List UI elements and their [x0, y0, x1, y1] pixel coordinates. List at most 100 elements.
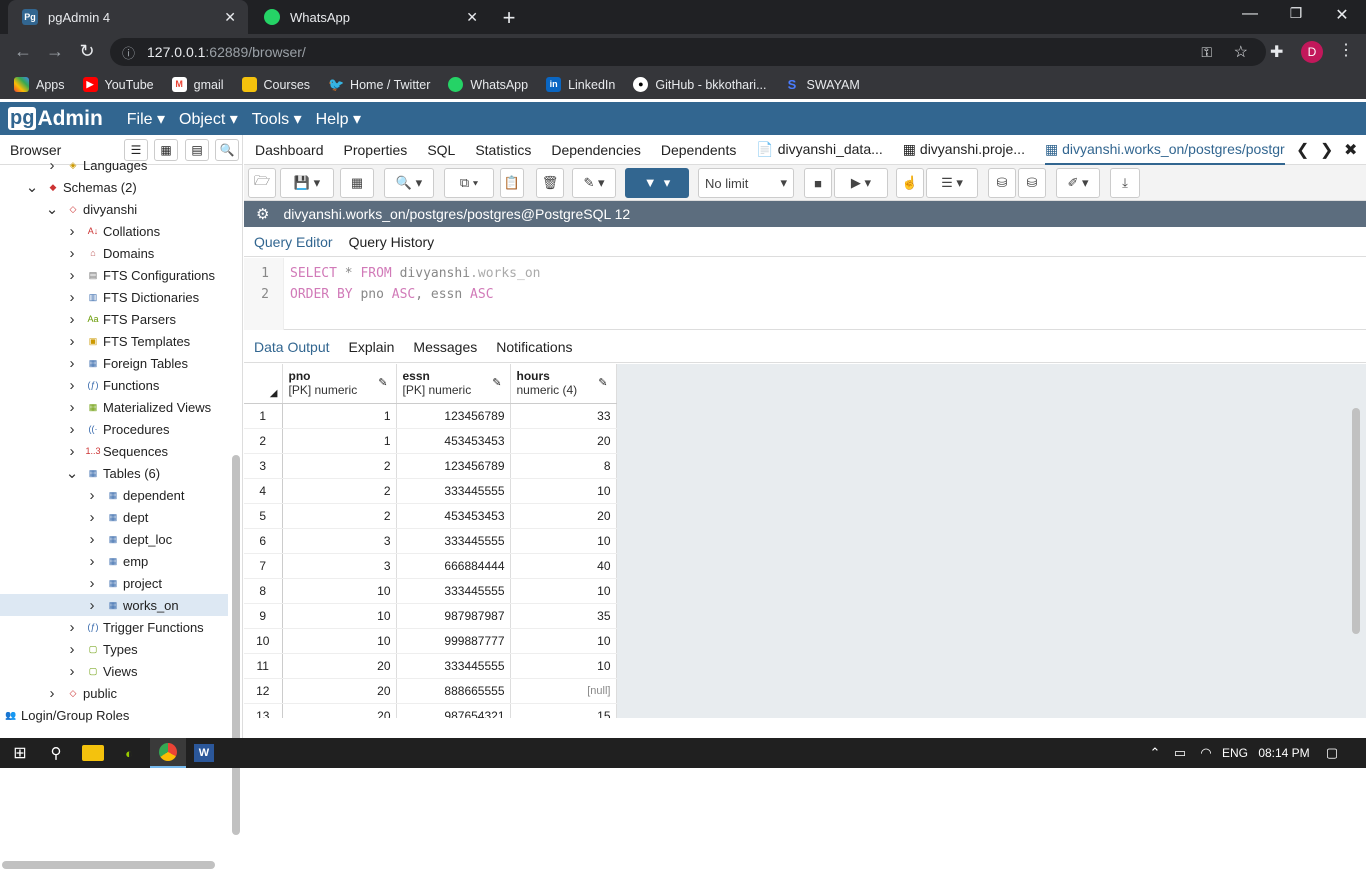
- table-row[interactable]: 5 2 453453453 20: [244, 503, 617, 529]
- menu-icon[interactable]: ⋮: [1338, 40, 1354, 60]
- tree-item-fts-templates[interactable]: › ▣ FTS Templates: [0, 330, 228, 352]
- row-number[interactable]: 3: [244, 453, 283, 479]
- table-cell[interactable]: 1: [282, 428, 397, 454]
- paste-icon[interactable]: 📋: [500, 168, 524, 198]
- tab-statistics[interactable]: Statistics: [475, 142, 531, 158]
- edit-column-icon[interactable]: ✎: [378, 376, 387, 389]
- table-cell[interactable]: 453453453: [396, 428, 511, 454]
- menu-file[interactable]: File ▾: [127, 109, 165, 129]
- table-cell[interactable]: 2: [282, 453, 397, 479]
- table-cell[interactable]: 10: [282, 578, 397, 604]
- row-number[interactable]: 9: [244, 603, 283, 629]
- row-number[interactable]: 8: [244, 578, 283, 604]
- row-number[interactable]: 11: [244, 653, 283, 679]
- table-cell[interactable]: 333445555: [396, 478, 511, 504]
- tree-item-login-group-roles[interactable]: 👥 Login/Group Roles: [0, 704, 228, 726]
- table-cell[interactable]: 888665555: [396, 678, 511, 704]
- new-tab-icon[interactable]: +: [498, 5, 520, 31]
- clock[interactable]: 08:14 PM: [1254, 742, 1314, 764]
- battery-icon[interactable]: ▭: [1170, 742, 1190, 764]
- grid-scrollbar[interactable]: [1352, 408, 1360, 634]
- tree-item-fts-dictionaries[interactable]: › ▥ FTS Dictionaries: [0, 286, 228, 308]
- delete-icon[interactable]: 🗑: [536, 168, 564, 198]
- chevron-right-icon[interactable]: ›: [64, 333, 80, 350]
- chevron-right-icon[interactable]: ›: [44, 685, 60, 702]
- table-cell[interactable]: 333445555: [396, 528, 511, 554]
- restore-icon[interactable]: ❐: [1286, 5, 1306, 22]
- forward-icon[interactable]: →: [44, 41, 66, 62]
- chevron-right-icon[interactable]: ›: [64, 663, 80, 680]
- save-results-icon[interactable]: ▦: [340, 168, 374, 198]
- chevron-right-icon[interactable]: ›: [84, 553, 100, 570]
- notifications-icon[interactable]: ▢: [1322, 742, 1342, 764]
- tab-notifications[interactable]: Notifications: [496, 339, 572, 355]
- row-number[interactable]: 5: [244, 503, 283, 529]
- row-number[interactable]: 12: [244, 678, 283, 704]
- chevron-down-icon[interactable]: ⌄: [44, 200, 60, 218]
- table-row[interactable]: 12 20 888665555 [null]: [244, 678, 617, 704]
- tree-horizontal-scrollbar[interactable]: [2, 861, 215, 869]
- commit-icon[interactable]: ⛁: [988, 168, 1016, 198]
- row-number[interactable]: 4: [244, 478, 283, 504]
- find-button[interactable]: 🔍 ▾: [384, 168, 434, 198]
- table-cell[interactable]: 15: [510, 703, 617, 718]
- table-row[interactable]: 1 1 123456789 33: [244, 403, 617, 429]
- table-row[interactable]: 11 20 333445555 10: [244, 653, 617, 679]
- bookmark-apps[interactable]: Apps: [14, 77, 65, 92]
- tree-item-dependent[interactable]: › ▦ dependent: [0, 484, 228, 506]
- tab-whatsapp[interactable]: WhatsApp ✕: [250, 0, 490, 34]
- tray-chevron-icon[interactable]: ⌃: [1146, 742, 1164, 764]
- row-number[interactable]: 6: [244, 528, 283, 554]
- tab-pgadmin[interactable]: Pg pgAdmin 4 ✕: [8, 0, 248, 34]
- table-cell[interactable]: 3: [282, 528, 397, 554]
- chevron-right-icon[interactable]: ›: [64, 311, 80, 328]
- close-window-icon[interactable]: ✕: [1332, 5, 1352, 25]
- table-row[interactable]: 8 10 333445555 10: [244, 578, 617, 604]
- table-cell[interactable]: 10: [282, 603, 397, 629]
- edit-column-icon[interactable]: ✎: [492, 376, 501, 389]
- tree-item-trigger-functions[interactable]: › (ƒ) Trigger Functions: [0, 616, 228, 638]
- table-cell[interactable]: 35: [510, 603, 617, 629]
- bookmark-swayam[interactable]: S SWAYAM: [785, 77, 860, 92]
- sql-editor[interactable]: 1 SELECT * FROM divyanshi.works_on 2 ORD…: [244, 258, 1366, 330]
- tab-explain[interactable]: Explain: [349, 339, 395, 355]
- table-cell[interactable]: 333445555: [396, 653, 511, 679]
- chevron-right-icon[interactable]: ›: [64, 641, 80, 658]
- table-cell[interactable]: 987654321: [396, 703, 511, 718]
- row-number[interactable]: 7: [244, 553, 283, 579]
- chevron-right-icon[interactable]: ›: [84, 597, 100, 614]
- reload-icon[interactable]: ↻: [76, 41, 98, 62]
- extensions-icon[interactable]: ✚: [1270, 42, 1283, 62]
- tree-item-languages[interactable]: › ◈ Languages: [0, 154, 228, 176]
- tab-query-editor[interactable]: Query Editor: [254, 234, 333, 250]
- tree-item-materialized-views[interactable]: › ▦ Materialized Views: [0, 396, 228, 418]
- tree-item-domains[interactable]: › ⌂ Domains: [0, 242, 228, 264]
- tab-divyanshi-project[interactable]: ▦ divyanshi.proje...: [903, 141, 1025, 158]
- tab-scroll-right-icon[interactable]: ❯: [1320, 140, 1333, 160]
- download-icon[interactable]: ⤓: [1110, 168, 1140, 198]
- wifi-icon[interactable]: ◠: [1196, 742, 1216, 764]
- save-file-button[interactable]: 💾 ▾: [280, 168, 334, 198]
- table-cell[interactable]: 999887777: [396, 628, 511, 654]
- tab-sql[interactable]: SQL: [427, 142, 455, 158]
- tab-dependencies[interactable]: Dependencies: [551, 142, 641, 158]
- execute-button[interactable]: ▶ ▾: [834, 168, 888, 198]
- site-info-icon[interactable]: ⓘ: [122, 43, 135, 62]
- tree-item-public[interactable]: › ◇ public: [0, 682, 228, 704]
- bookmark-youtube[interactable]: ▶ YouTube: [82, 77, 154, 92]
- tab-query-history[interactable]: Query History: [349, 234, 435, 250]
- bookmark-courses[interactable]: Courses: [241, 77, 310, 92]
- bookmark-gmail[interactable]: Mgmail: [171, 77, 224, 92]
- close-tab-icon[interactable]: ✕: [466, 9, 478, 26]
- table-row[interactable]: 2 1 453453453 20: [244, 428, 617, 454]
- tree-item-fts-parsers[interactable]: › Aa FTS Parsers: [0, 308, 228, 330]
- tab-works-on-query[interactable]: ▦ divyanshi.works_on/postgres/postgr: [1044, 141, 1285, 165]
- table-cell[interactable]: 453453453: [396, 503, 511, 529]
- chevron-right-icon[interactable]: ›: [84, 487, 100, 504]
- edit-button[interactable]: ✎ ▾: [572, 168, 616, 198]
- menu-tools[interactable]: Tools ▾: [252, 109, 302, 129]
- tree-item-sequences[interactable]: › 1..3 Sequences: [0, 440, 228, 462]
- tree-item-tables-6-[interactable]: ⌄ ▦ Tables (6): [0, 462, 228, 484]
- tree-item-project[interactable]: › ▦ project: [0, 572, 228, 594]
- menu-help[interactable]: Help ▾: [316, 109, 361, 129]
